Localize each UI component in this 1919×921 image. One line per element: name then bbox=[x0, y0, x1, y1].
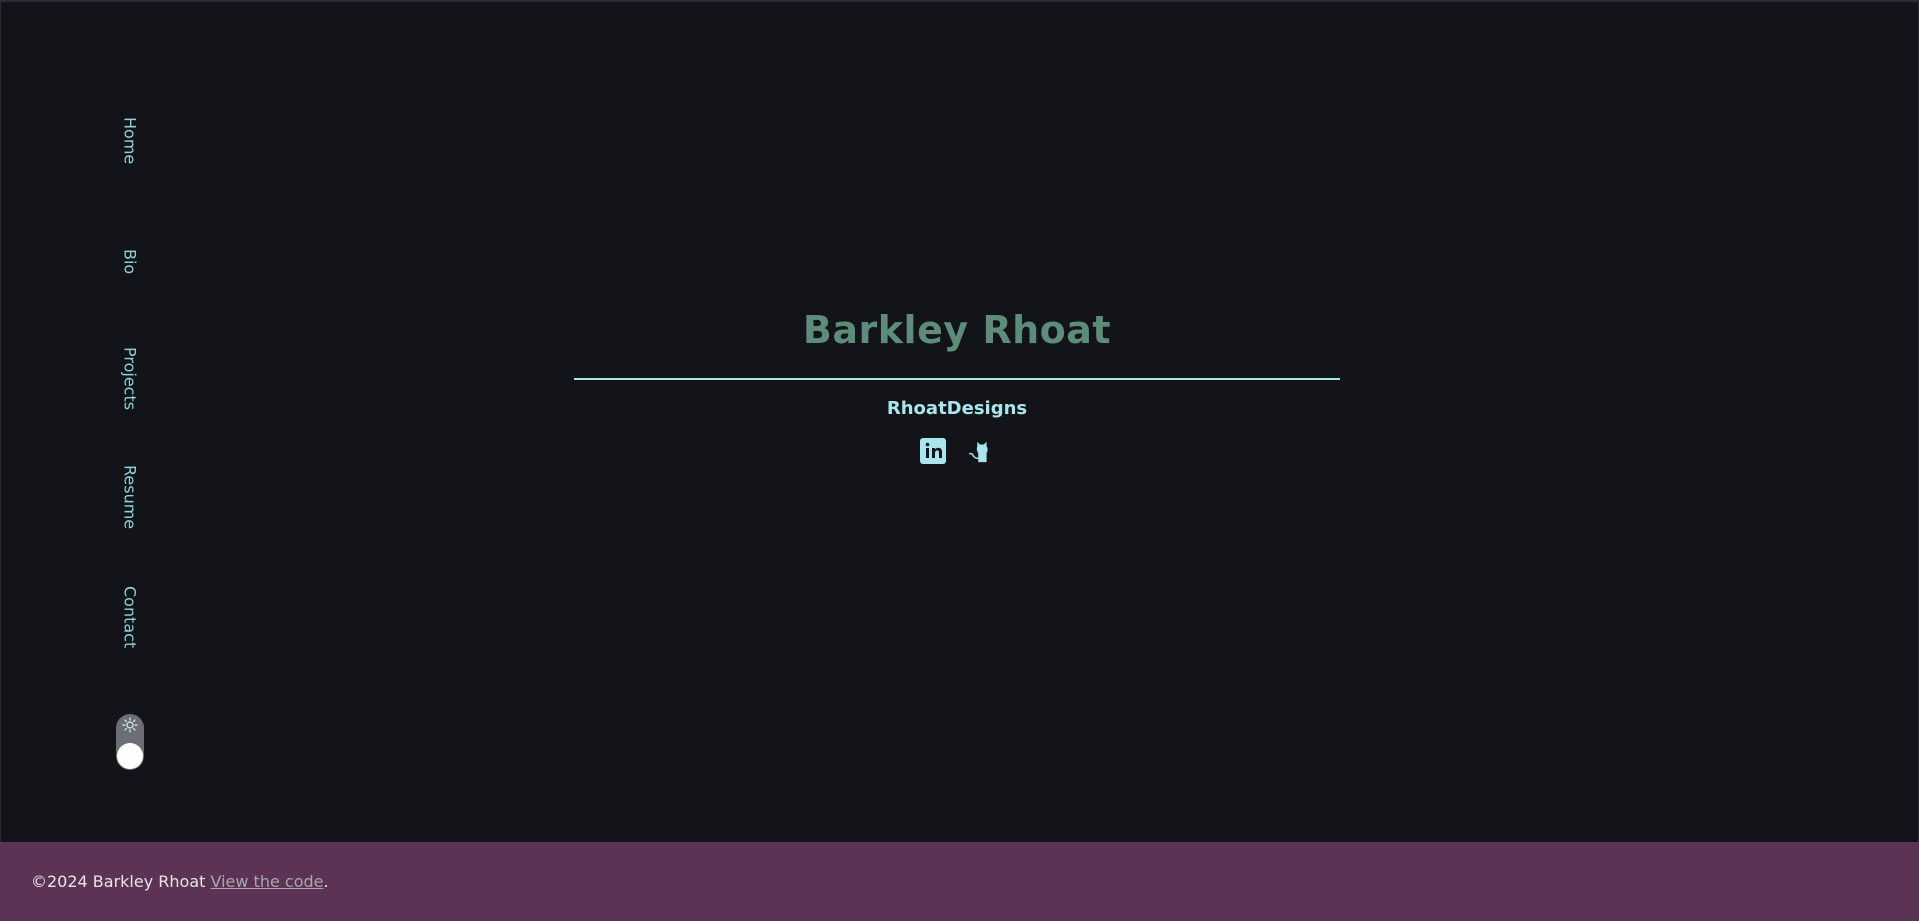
sidebar-nav: Home Bio Projects Resume Contact bbox=[110, 100, 150, 780]
footer-period: . bbox=[323, 872, 329, 891]
nav-item-contact[interactable]: Contact bbox=[110, 582, 150, 652]
nav-item-resume[interactable]: Resume bbox=[110, 462, 150, 532]
brand-subtitle: RhoatDesigns bbox=[886, 398, 1028, 419]
theme-toggle[interactable] bbox=[116, 714, 144, 770]
divider bbox=[574, 378, 1340, 380]
view-code-link[interactable]: View the code bbox=[211, 872, 324, 891]
linkedin-icon bbox=[920, 438, 946, 464]
social-links bbox=[574, 437, 1340, 465]
nav-item-home[interactable]: Home bbox=[110, 113, 150, 169]
github-icon bbox=[969, 441, 988, 463]
page-title: Barkley Rhoat bbox=[802, 308, 1112, 352]
linkedin-link[interactable] bbox=[920, 437, 946, 465]
github-link[interactable] bbox=[968, 437, 994, 465]
nav-item-bio[interactable]: Bio bbox=[110, 246, 150, 278]
nav-item-projects[interactable]: Projects bbox=[110, 344, 150, 414]
hero-section: Barkley Rhoat RhoatDesigns bbox=[574, 300, 1340, 465]
sun-icon bbox=[122, 717, 138, 733]
footer: ©2024 Barkley Rhoat View the code. bbox=[0, 842, 1919, 921]
toggle-knob bbox=[117, 743, 143, 769]
footer-copyright: ©2024 Barkley Rhoat bbox=[31, 872, 206, 891]
